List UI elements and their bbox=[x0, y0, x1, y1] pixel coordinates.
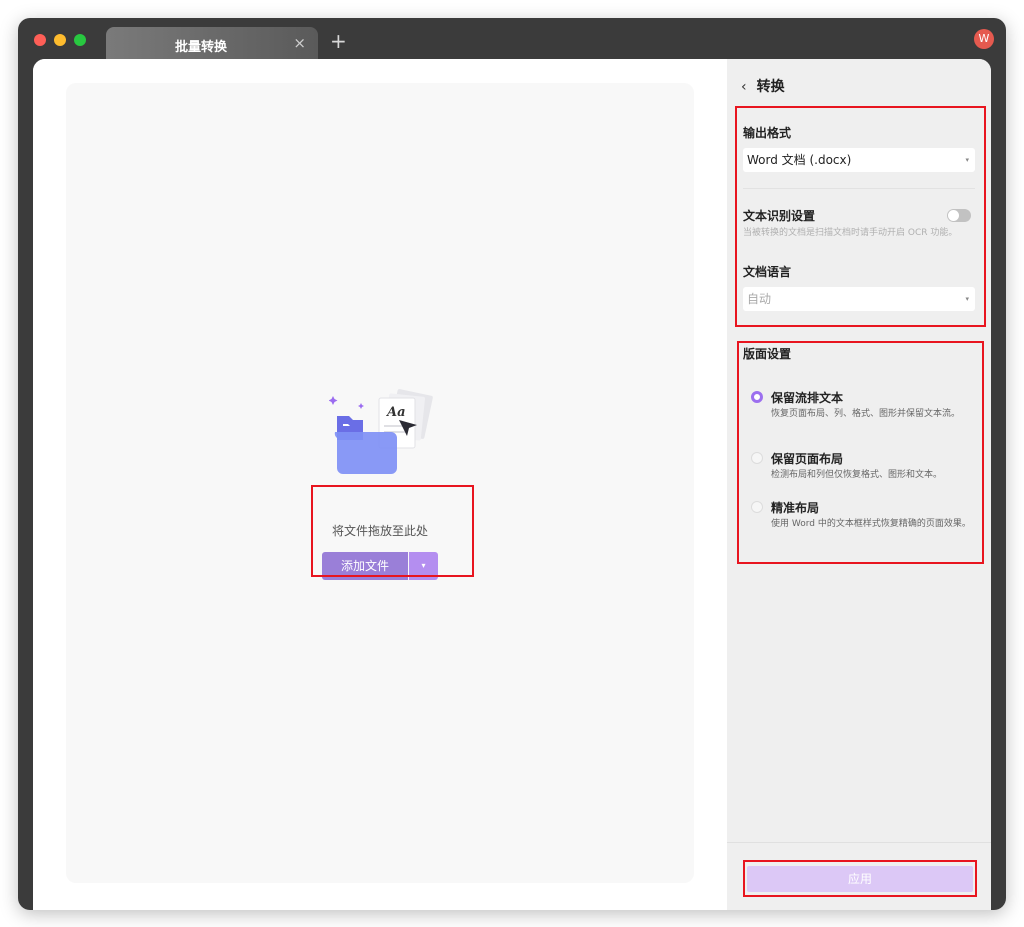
add-file-dropdown-button[interactable]: ▾ bbox=[409, 552, 438, 580]
maximize-window-button[interactable] bbox=[74, 34, 86, 46]
app-window: 批量转换 × + W Aa 将文件拖放至此处 添加文件 ▾ ‹ 转换 输出格式 … bbox=[18, 18, 1006, 910]
option-title-exact-layout: 精准布局 bbox=[771, 501, 820, 515]
apply-button[interactable]: 应用 bbox=[747, 866, 973, 892]
document-language-value: 自动 bbox=[747, 292, 772, 306]
drop-hint-text: 将文件拖放至此处 bbox=[331, 524, 428, 538]
ocr-toggle[interactable] bbox=[947, 209, 971, 222]
tab-title: 批量转换 bbox=[174, 40, 227, 55]
file-dropzone[interactable]: Aa 将文件拖放至此处 添加文件 ▾ bbox=[66, 83, 694, 883]
close-window-button[interactable] bbox=[34, 34, 46, 46]
radio-exact-layout[interactable] bbox=[751, 501, 763, 513]
option-title-flowing-text: 保留流排文本 bbox=[771, 391, 844, 405]
aa-glyph: Aa bbox=[385, 405, 406, 420]
layout-settings-label: 版面设置 bbox=[743, 347, 792, 361]
option-desc-flowing-text: 恢复页面布局、列、格式、图形并保留文本流。 bbox=[771, 409, 961, 419]
chevron-down-icon: ▾ bbox=[965, 156, 969, 164]
folder-documents-illustration: Aa bbox=[329, 389, 433, 474]
tab-batch-convert[interactable]: 批量转换 × bbox=[106, 27, 318, 62]
output-format-select[interactable]: Word 文档 (.docx) ▾ bbox=[743, 148, 975, 172]
radio-page-layout[interactable] bbox=[751, 452, 763, 464]
toggle-knob bbox=[948, 210, 959, 221]
divider bbox=[743, 188, 975, 189]
output-format-label: 输出格式 bbox=[743, 126, 792, 140]
back-icon[interactable]: ‹ bbox=[741, 79, 747, 95]
option-desc-exact-layout: 使用 Word 中的文本框样式恢复精确的页面效果。 bbox=[771, 519, 971, 529]
option-title-page-layout: 保留页面布局 bbox=[771, 452, 844, 466]
convert-settings-panel: ‹ 转换 输出格式 Word 文档 (.docx) ▾ 文本识别设置 当被转换的文… bbox=[727, 59, 991, 910]
document-language-label: 文档语言 bbox=[743, 265, 792, 279]
chevron-down-icon: ▾ bbox=[421, 561, 426, 570]
document-language-select[interactable]: 自动 ▾ bbox=[743, 287, 975, 311]
ocr-hint-text: 当被转换的文档是扫描文档时请手动开启 OCR 功能。 bbox=[743, 228, 958, 238]
radio-flowing-text[interactable] bbox=[751, 391, 763, 403]
title-bar: 批量转换 × + W bbox=[18, 18, 1006, 62]
add-file-button[interactable]: 添加文件 bbox=[322, 552, 408, 580]
panel-header: ‹ 转换 bbox=[741, 76, 785, 96]
option-desc-page-layout: 检测布局和列但仅恢复格式、图形和文本。 bbox=[771, 470, 943, 480]
main-area: Aa 将文件拖放至此处 添加文件 ▾ bbox=[33, 59, 727, 910]
avatar[interactable]: W bbox=[974, 29, 994, 49]
content-area: Aa 将文件拖放至此处 添加文件 ▾ ‹ 转换 输出格式 Word 文档 (.d… bbox=[33, 59, 991, 910]
chevron-down-icon: ▾ bbox=[965, 295, 969, 303]
minimize-window-button[interactable] bbox=[54, 34, 66, 46]
footer-divider bbox=[727, 842, 991, 843]
close-icon[interactable]: × bbox=[293, 34, 306, 52]
ocr-settings-label: 文本识别设置 bbox=[743, 209, 816, 223]
new-tab-icon[interactable]: + bbox=[330, 29, 347, 53]
output-format-value: Word 文档 (.docx) bbox=[747, 153, 852, 167]
panel-title: 转换 bbox=[756, 79, 785, 95]
